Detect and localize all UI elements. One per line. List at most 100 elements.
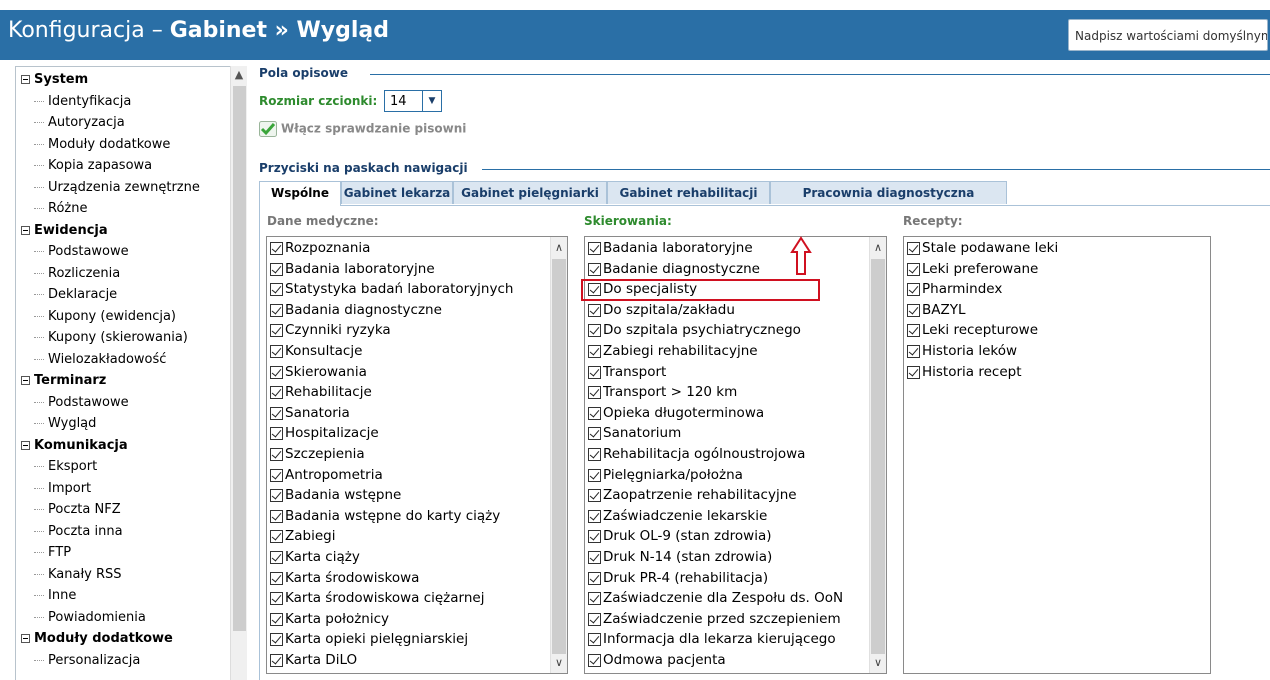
checkbox-checked[interactable]	[270, 365, 283, 379]
checkbox-checked[interactable]	[270, 386, 283, 400]
checkbox-checked[interactable]	[270, 489, 283, 503]
list-item[interactable]: Karta opieki pielęgniarskiej	[270, 629, 468, 650]
tree-scroll-thumb[interactable]	[233, 86, 246, 631]
list-item[interactable]: Rehabilitacja ogólnoustrojowa	[588, 444, 805, 465]
collapse-icon[interactable]	[21, 440, 30, 450]
list-item[interactable]: Zaświadczenie dla Zespołu ds. OoN	[588, 588, 843, 609]
checkbox-checked[interactable]	[270, 633, 283, 647]
collapse-icon[interactable]	[21, 225, 30, 235]
chevron-down-icon[interactable]: ▼	[422, 91, 441, 111]
tree-scrollbar[interactable]: ▲	[230, 66, 247, 680]
tab-gabinet-pielegniarki[interactable]: Gabinet pielęgniarki	[453, 181, 607, 204]
tree-group[interactable]: System	[21, 69, 88, 90]
list-item[interactable]: Zaświadczenie przed szczepieniem	[588, 609, 841, 630]
scroll-up-icon[interactable]: ▲	[231, 68, 247, 81]
list-item[interactable]: Stale podawane leki	[907, 238, 1058, 259]
checkbox-checked[interactable]	[270, 427, 283, 441]
list-item[interactable]: Leki recepturowe	[907, 320, 1038, 341]
list-item[interactable]: Druk N-14 (stan zdrowia)	[588, 547, 772, 568]
checkbox-checked[interactable]	[588, 612, 601, 626]
list-item[interactable]: Informacja dla lekarza kierującego	[588, 629, 836, 650]
checkbox-checked[interactable]	[270, 242, 283, 255]
tree-item[interactable]: Różne	[34, 198, 87, 219]
list-item[interactable]: Historia leków	[907, 341, 1017, 362]
tree-item[interactable]: Podstawowe	[34, 241, 129, 262]
list-item[interactable]: Historia recept	[907, 362, 1022, 383]
checkbox-checked[interactable]	[588, 468, 601, 482]
list-item[interactable]: Druk PR-4 (rehabilitacja)	[588, 568, 768, 589]
scroll-down-icon[interactable]: ∨	[551, 656, 567, 669]
tree-group[interactable]: Moduły dodatkowe	[21, 628, 173, 649]
checkbox-checked[interactable]	[588, 386, 601, 400]
checkbox-checked[interactable]	[270, 571, 283, 585]
list-item[interactable]: Odmowa pacjenta	[588, 650, 726, 671]
checkbox-checked[interactable]	[907, 262, 920, 276]
list-scroll-thumb[interactable]	[552, 259, 566, 654]
tree-item[interactable]: Eksport	[34, 456, 97, 477]
tab-gabinet-rehabilitacji[interactable]: Gabinet rehabilitacji	[607, 181, 770, 204]
checkbox-checked[interactable]	[270, 592, 283, 606]
checkbox-checked[interactable]	[270, 406, 283, 420]
tree-item[interactable]: Moduły dodatkowe	[34, 134, 170, 155]
tree-item[interactable]: Kupony (ewidencja)	[34, 306, 176, 327]
tab-pracownia-diagnostyczna[interactable]: Pracownia diagnostyczna	[770, 181, 1007, 204]
list-item[interactable]: Sanatorium	[588, 423, 681, 444]
list-item[interactable]: BAZYL	[907, 300, 966, 321]
tree-item[interactable]: Wielozakładowość	[34, 349, 166, 370]
tree-item[interactable]: FTP	[34, 542, 71, 563]
list-scrollbar[interactable]: ∧ ∨	[869, 237, 886, 673]
list-item[interactable]: Pielęgniarka/położna	[588, 465, 743, 486]
checkbox-checked[interactable]	[907, 242, 920, 255]
checkbox-checked[interactable]	[270, 654, 283, 667]
checkbox-checked[interactable]	[270, 448, 283, 461]
list-item[interactable]: Karta środowiskowa ciężarnej	[270, 588, 484, 609]
tree-item[interactable]: Podstawowe	[34, 392, 129, 413]
tree-item[interactable]: Rozliczenia	[34, 263, 120, 284]
list-item[interactable]: Do szpitala/zakładu	[588, 300, 735, 321]
checkbox-checked[interactable]	[588, 571, 601, 585]
tree-item[interactable]: Kupony (skierowania)	[34, 327, 188, 348]
checkbox-checked[interactable]	[588, 262, 601, 276]
list-item[interactable]: Karta ciąży	[270, 547, 360, 568]
checkbox-checked[interactable]	[270, 262, 283, 276]
checkbox-checked[interactable]	[588, 551, 601, 564]
checkbox-checked[interactable]	[588, 324, 601, 338]
list-scrollbar[interactable]: ∧ ∨	[550, 237, 567, 673]
tree-item[interactable]: Deklaracje	[34, 284, 117, 305]
list-item[interactable]: Rehabilitacje	[270, 382, 372, 403]
list-item[interactable]: Badanie diagnostyczne	[588, 259, 760, 280]
list-item[interactable]: Karta położnicy	[270, 609, 389, 630]
tab-gabinet-lekarza[interactable]: Gabinet lekarza	[341, 181, 453, 204]
tree-item[interactable]: Kopia zapasowa	[34, 155, 152, 176]
list-item[interactable]: Zabiegi	[270, 526, 335, 547]
checkbox-checked[interactable]	[270, 283, 283, 297]
list-item[interactable]: Pharmindex	[907, 279, 1002, 300]
checkbox-checked[interactable]	[588, 303, 601, 317]
tree-item[interactable]: Identyfikacja	[34, 91, 131, 112]
checkbox-checked[interactable]	[588, 365, 601, 379]
checkbox-checked[interactable]	[907, 365, 920, 379]
tree-item[interactable]: Personalizacja	[34, 650, 140, 671]
list-item[interactable]: Zaopatrzenie rehabilitacyjne	[588, 485, 797, 506]
checkbox-checked[interactable]	[588, 654, 601, 667]
checkbox-checked[interactable]	[270, 468, 283, 482]
checkbox-checked[interactable]	[907, 283, 920, 297]
tree-group[interactable]: Terminarz	[21, 370, 106, 391]
list-item[interactable]: Hospitalizacje	[270, 423, 379, 444]
tab-wspolne[interactable]: Wspólne	[259, 181, 341, 206]
tree-item[interactable]: Import	[34, 478, 91, 499]
checkbox-checked[interactable]	[270, 303, 283, 317]
checkbox-checked[interactable]	[588, 345, 601, 358]
list-item[interactable]: Badania laboratoryjne	[270, 259, 435, 280]
spellcheck-toggle[interactable]: Włącz sprawdzanie pisowni	[259, 121, 466, 137]
checkbox-checked[interactable]	[270, 612, 283, 626]
list-item[interactable]: Do szpitala psychiatrycznego	[588, 320, 801, 341]
checkbox-checked[interactable]	[270, 345, 283, 358]
scroll-up-icon[interactable]: ∧	[870, 241, 886, 254]
tree-item[interactable]: Urządzenia zewnętrzne	[34, 177, 200, 198]
list-item[interactable]: Czynniki ryzyka	[270, 320, 391, 341]
checkbox-checked[interactable]	[270, 551, 283, 564]
tree-item[interactable]: Inne	[34, 585, 76, 606]
checkbox-checked[interactable]	[270, 509, 283, 523]
tree-item[interactable]: Autoryzacja	[34, 112, 125, 133]
